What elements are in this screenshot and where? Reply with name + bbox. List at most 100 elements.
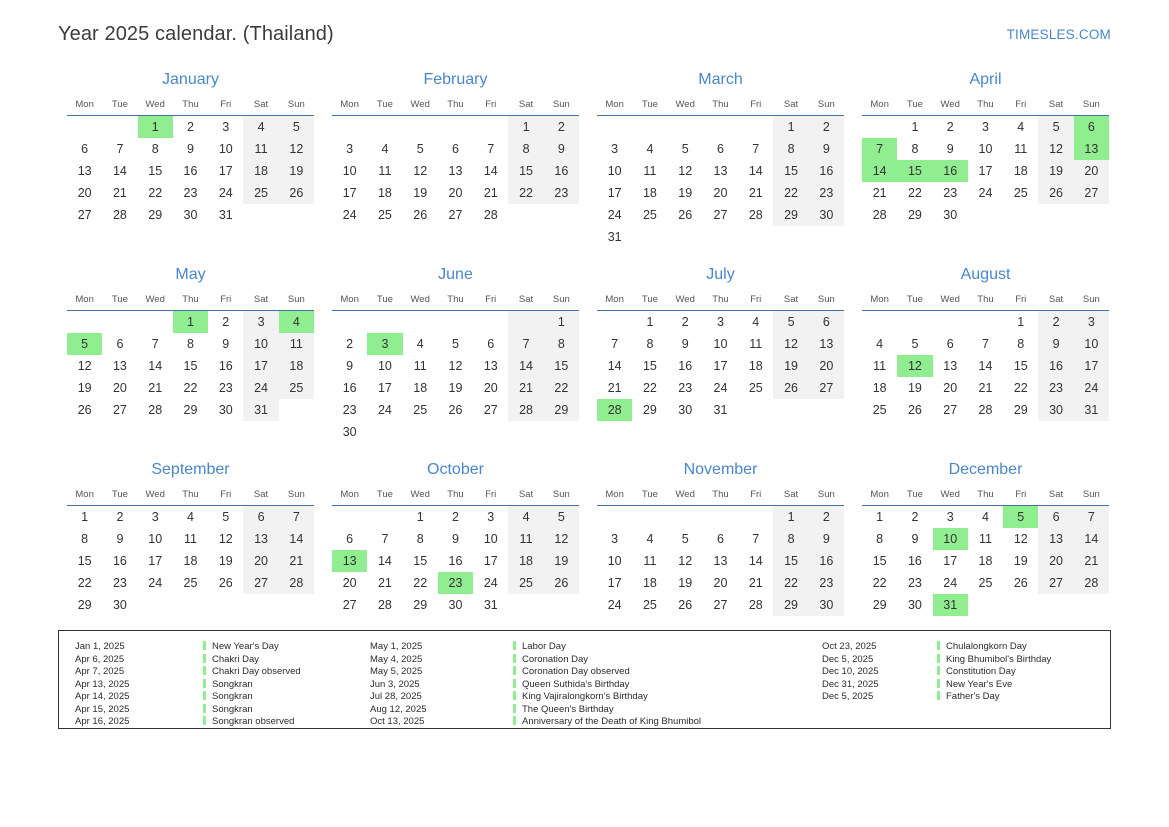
day-cell[interactable]: 30 <box>208 399 243 421</box>
day-cell[interactable]: 18 <box>508 550 544 572</box>
day-cell[interactable]: 20 <box>473 377 508 399</box>
day-cell[interactable]: 10 <box>138 528 173 550</box>
day-cell[interactable]: 25 <box>632 594 667 616</box>
day-cell[interactable]: 25 <box>367 204 402 226</box>
day-cell[interactable]: 3 <box>138 506 173 529</box>
day-cell[interactable]: 1 <box>773 115 809 138</box>
day-cell[interactable]: 15 <box>508 160 544 182</box>
day-cell[interactable]: 5 <box>668 528 703 550</box>
day-cell[interactable]: 23 <box>668 377 703 399</box>
day-cell-holiday[interactable]: 12 <box>897 355 933 377</box>
day-cell-holiday[interactable]: 5 <box>67 333 103 355</box>
day-cell-holiday[interactable]: 1 <box>172 310 209 333</box>
day-cell[interactable]: 23 <box>1038 377 1074 399</box>
day-cell[interactable]: 25 <box>508 572 544 594</box>
day-cell[interactable]: 12 <box>1003 528 1038 550</box>
day-cell[interactable]: 15 <box>67 550 102 572</box>
day-cell[interactable]: 29 <box>173 399 208 421</box>
day-cell[interactable]: 21 <box>597 377 632 399</box>
day-cell[interactable]: 9 <box>438 528 473 550</box>
day-cell[interactable]: 18 <box>632 182 667 204</box>
day-cell[interactable]: 11 <box>632 160 667 182</box>
day-cell[interactable]: 8 <box>897 138 932 160</box>
day-cell[interactable]: 7 <box>367 528 402 550</box>
day-cell[interactable]: 17 <box>243 355 279 377</box>
day-cell[interactable]: 21 <box>738 572 773 594</box>
day-cell[interactable]: 2 <box>808 115 844 138</box>
day-cell[interactable]: 6 <box>102 333 137 355</box>
day-cell[interactable]: 30 <box>173 204 208 226</box>
day-cell[interactable]: 2 <box>668 311 703 334</box>
day-cell[interactable]: 21 <box>473 182 508 204</box>
day-cell[interactable]: 30 <box>933 204 968 226</box>
day-cell[interactable]: 7 <box>968 333 1003 355</box>
day-cell[interactable]: 26 <box>278 182 314 204</box>
day-cell[interactable]: 28 <box>862 204 897 226</box>
day-cell-holiday[interactable]: 4 <box>278 310 314 333</box>
day-cell[interactable]: 28 <box>1073 572 1109 594</box>
day-cell[interactable]: 11 <box>632 550 667 572</box>
day-cell[interactable]: 26 <box>1003 572 1038 594</box>
day-cell[interactable]: 16 <box>543 160 579 182</box>
day-cell[interactable]: 18 <box>243 160 279 182</box>
day-cell[interactable]: 30 <box>102 594 137 616</box>
day-cell[interactable]: 22 <box>773 182 809 204</box>
day-cell[interactable]: 9 <box>668 333 703 355</box>
day-cell[interactable]: 13 <box>808 333 844 355</box>
day-cell-holiday[interactable]: 3 <box>367 333 403 355</box>
day-cell[interactable]: 25 <box>862 399 897 421</box>
day-cell[interactable]: 30 <box>1038 399 1074 421</box>
day-cell[interactable]: 11 <box>862 355 897 377</box>
day-cell[interactable]: 14 <box>738 160 773 182</box>
day-cell[interactable]: 19 <box>1003 550 1038 572</box>
day-cell[interactable]: 25 <box>173 572 208 594</box>
day-cell-holiday[interactable]: 28 <box>597 399 633 421</box>
day-cell[interactable]: 20 <box>1073 160 1109 182</box>
day-cell[interactable]: 18 <box>278 355 314 377</box>
day-cell[interactable]: 28 <box>473 204 508 226</box>
day-cell[interactable]: 12 <box>208 528 243 550</box>
day-cell[interactable]: 31 <box>473 594 508 616</box>
day-cell[interactable]: 15 <box>403 550 438 572</box>
day-cell[interactable]: 2 <box>808 505 844 528</box>
day-cell[interactable]: 2 <box>332 333 367 355</box>
day-cell[interactable]: 25 <box>1003 182 1038 204</box>
day-cell[interactable]: 31 <box>208 204 243 226</box>
day-cell[interactable]: 14 <box>597 355 632 377</box>
day-cell[interactable]: 28 <box>102 204 137 226</box>
day-cell[interactable]: 16 <box>102 550 137 572</box>
day-cell-holiday[interactable]: 1 <box>137 115 173 138</box>
day-cell[interactable]: 12 <box>438 355 473 377</box>
day-cell[interactable]: 28 <box>738 594 773 616</box>
day-cell[interactable]: 16 <box>332 377 367 399</box>
day-cell[interactable]: 23 <box>173 182 208 204</box>
day-cell[interactable]: 9 <box>332 355 367 377</box>
day-cell[interactable]: 4 <box>632 528 667 550</box>
day-cell[interactable]: 14 <box>102 160 137 182</box>
day-cell[interactable]: 7 <box>508 333 544 355</box>
day-cell[interactable]: 18 <box>738 355 773 377</box>
day-cell[interactable]: 1 <box>862 506 897 529</box>
day-cell[interactable]: 17 <box>208 160 243 182</box>
day-cell[interactable]: 10 <box>367 355 402 377</box>
day-cell[interactable]: 27 <box>473 399 508 421</box>
day-cell[interactable]: 4 <box>1003 116 1038 139</box>
day-cell[interactable]: 25 <box>968 572 1003 594</box>
day-cell[interactable]: 4 <box>173 506 208 529</box>
day-cell-holiday[interactable]: 10 <box>932 528 968 550</box>
day-cell[interactable]: 3 <box>332 138 367 160</box>
day-cell-holiday[interactable]: 14 <box>862 160 898 182</box>
site-link[interactable]: TIMESLES.COM <box>1007 27 1111 42</box>
day-cell[interactable]: 29 <box>1003 399 1038 421</box>
day-cell[interactable]: 18 <box>862 377 897 399</box>
day-cell[interactable]: 17 <box>367 377 402 399</box>
day-cell[interactable]: 12 <box>668 160 703 182</box>
day-cell[interactable]: 24 <box>208 182 243 204</box>
day-cell[interactable]: 19 <box>438 377 473 399</box>
day-cell[interactable]: 8 <box>773 528 809 550</box>
day-cell[interactable]: 21 <box>862 182 897 204</box>
day-cell[interactable]: 10 <box>473 528 508 550</box>
day-cell[interactable]: 6 <box>703 138 738 160</box>
day-cell[interactable]: 24 <box>597 204 632 226</box>
day-cell[interactable]: 8 <box>543 333 579 355</box>
